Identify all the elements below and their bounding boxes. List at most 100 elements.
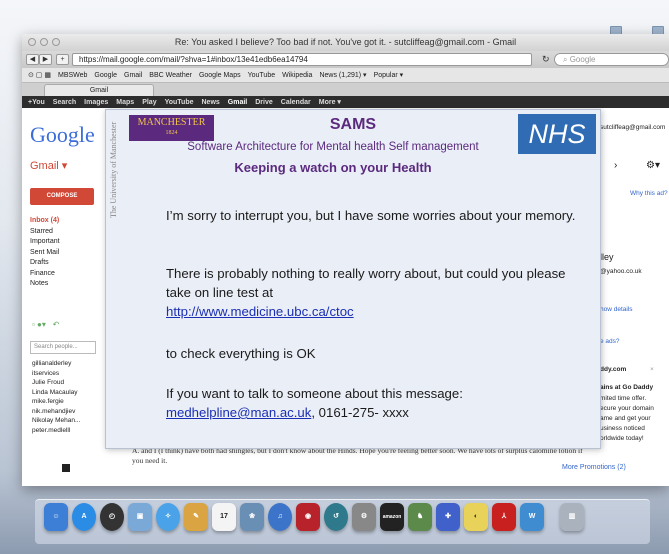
next-button[interactable]: › [614,160,617,171]
contact-item[interactable]: Julie Froud [32,378,80,388]
safari-icon[interactable]: ✧ [156,503,180,531]
gbar-item[interactable]: Maps [116,99,134,106]
bookmark-item[interactable]: Gmail [124,72,142,79]
word-icon[interactable]: W [520,503,544,531]
google-top-bar: +You Search Images Maps Play YouTube New… [22,96,669,108]
gmail-menu[interactable]: Gmail ▾ [30,159,67,172]
back-button[interactable]: ◀ [26,54,39,65]
bookmark-item[interactable]: Google Maps [199,72,241,79]
contact-item[interactable]: gillianalderley [32,359,80,369]
bookmark-item[interactable]: Popular ▾ [374,71,404,79]
photo-icon[interactable]: ❀ [240,503,264,531]
message-paragraph-4: If you want to talk to someone about thi… [166,384,591,422]
time-machine-icon[interactable]: ↺ [324,503,348,531]
ad-line: usiness noticed [600,425,645,432]
contact-item[interactable]: peter.medlelll [32,426,80,436]
account-email[interactable]: sutcliffeag@gmail.com [600,124,665,131]
toolbar: ◀ ▶ + https://mail.google.com/mail/?shva… [22,51,669,68]
bookmark-item[interactable]: Google [94,72,117,79]
address-bar[interactable]: https://mail.google.com/mail/?shva=1#inb… [72,53,532,66]
folder-starred[interactable]: Starred [30,227,60,238]
calendar-icon[interactable]: 17 [212,503,236,531]
contact-list: gillianalderley itservices Julie Froud L… [32,359,80,435]
dialog-title: SAMS [329,116,377,133]
google-logo[interactable]: Google [30,122,95,148]
add-tab-button[interactable]: + [56,54,69,65]
ad-line: ains at Go Daddy [600,384,654,391]
contact-item[interactable]: itservices [32,369,80,379]
reading-list-icon[interactable]: ⊙ ▢ ▦ [28,71,51,79]
system-preferences-icon[interactable]: ⚙ [352,503,376,531]
message-paragraph-3: to check everything is OK [166,346,316,361]
contact-item[interactable]: mike.fergie [32,397,80,407]
gbar-item[interactable]: Calendar [281,99,311,106]
message-text: There is probably nothing to really worr… [166,266,566,300]
gbar-item[interactable]: Drive [255,99,273,106]
folder-drafts[interactable]: Drafts [30,258,60,269]
gbar-item[interactable]: Images [84,99,108,106]
notes-icon[interactable]: ✎ [184,503,208,531]
gbar-item[interactable]: News [202,99,220,106]
contact-item[interactable]: Linda Macaulay [32,388,80,398]
chat-status-icon[interactable]: ▫ ●▾ ↶ [32,320,59,329]
bookmark-item[interactable]: Wikipedia [282,72,312,79]
message-paragraph-1: I’m sorry to interrupt you, but I have s… [166,208,576,223]
reload-icon[interactable]: ↻ [542,54,550,65]
test-link[interactable]: http://www.medicine.ubc.ca/ctoc [166,304,354,319]
folder-important[interactable]: Important [30,237,60,248]
bookmark-item[interactable]: BBC Weather [149,72,192,79]
gbar-item[interactable]: +You [28,99,45,106]
itunes-icon[interactable]: ♫ [268,503,292,531]
tab-gmail[interactable]: Gmail [44,84,154,96]
more-promotions-link[interactable]: More Promotions (2) [562,464,626,471]
preview-icon[interactable]: ▣ [128,503,152,531]
photobooth-icon[interactable]: ◉ [296,503,320,531]
show-details-link[interactable]: how details [600,306,633,313]
bookmark-item[interactable]: MBSWeb [58,72,87,79]
ad-line: orldwide today! [600,435,644,442]
sams-alert-dialog: The University of Manchester MANCHESTER … [105,109,601,449]
puzzle-icon[interactable]: ✚ [436,503,460,531]
folder-inbox[interactable]: Inbox (4) [30,216,60,227]
gbar-item[interactable]: Search [53,99,76,106]
message-text: If you want to talk to someone about thi… [166,386,463,401]
gbar-item[interactable]: Play [142,99,156,106]
folder-notes[interactable]: Notes [30,279,60,290]
chat-toggle-icon[interactable] [62,464,70,472]
ad-line: mited time offer. [600,395,647,402]
close-icon[interactable]: × [650,366,654,373]
helpline-email-link[interactable]: medhelpline@man.ac.uk [166,405,311,420]
finder-icon[interactable]: ☺ [44,503,68,531]
folder-sent[interactable]: Sent Mail [30,248,60,259]
title-bar: Re: You asked I believe? Too bad if not.… [22,34,669,51]
gbar-item[interactable]: More ▾ [319,98,341,106]
gbar-item[interactable]: Gmail [228,99,247,106]
forward-button[interactable]: ▶ [39,54,52,65]
mouse-icon[interactable]: ◐ [464,503,488,531]
about-ads-link[interactable]: e ads? [600,338,620,345]
people-search-input[interactable]: Search people... [30,341,96,354]
app-store-icon[interactable]: A [72,503,96,531]
gbar-item[interactable]: YouTube [165,99,194,106]
bookmark-item[interactable]: YouTube [248,72,276,79]
search-field[interactable]: ⌕ Google [554,53,669,66]
trash-icon[interactable]: ▥ [560,503,584,531]
compose-button[interactable]: COMPOSE [30,188,94,205]
search-icon: ⌕ [563,55,570,64]
settings-gear-icon[interactable]: ⚙▾ [646,160,660,171]
folder-finance[interactable]: Finance [30,269,60,280]
ad-domain[interactable]: ddy.com [600,366,626,373]
why-ad-link[interactable]: Why this ad? [630,190,668,197]
search-placeholder: Google [569,55,596,64]
university-logo: The University of Manchester [109,121,127,218]
amazon-icon[interactable]: amazon [380,503,404,531]
bookmark-item[interactable]: News (1,291) ▾ [319,71,366,79]
email-snippet: A. and I (I think) have both had shingle… [132,446,583,465]
dialog-subtitle: Software Architecture for Mental health … [187,141,479,153]
chess-icon[interactable]: ♞ [408,503,432,531]
contact-item[interactable]: nik.mehandjiev [32,407,80,417]
university-name: The University of Manchester [109,121,118,218]
contact-item[interactable]: Nikolay Mehan... [32,416,80,426]
acrobat-icon[interactable]: ⅄ [492,503,516,531]
dashboard-icon[interactable]: ◴ [100,503,124,531]
